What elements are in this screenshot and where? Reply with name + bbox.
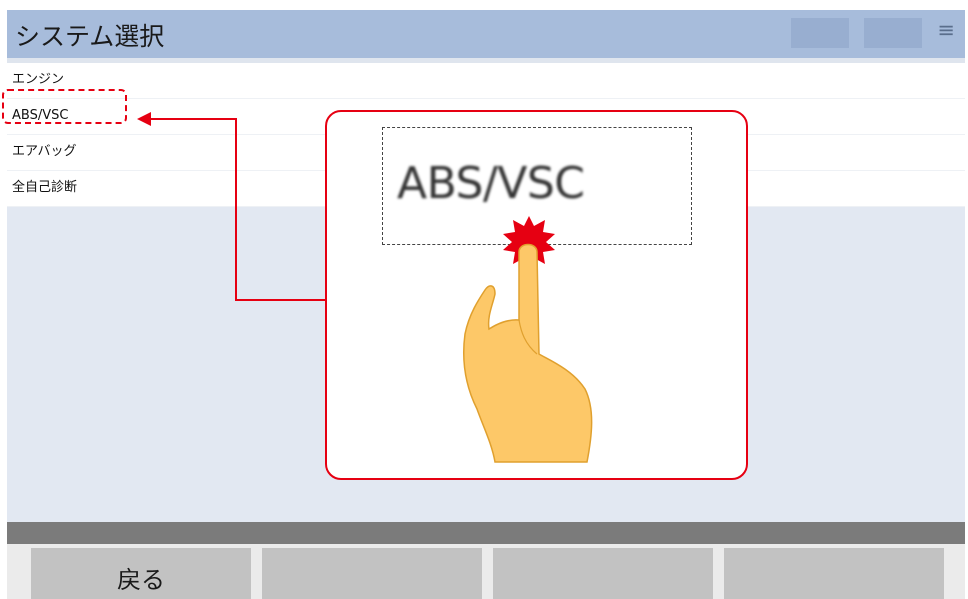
pointing-hand-icon	[462, 216, 593, 463]
callout-panel: ABS/VSC	[325, 110, 748, 480]
zoomed-item-label: ABS/VSC	[397, 158, 585, 209]
